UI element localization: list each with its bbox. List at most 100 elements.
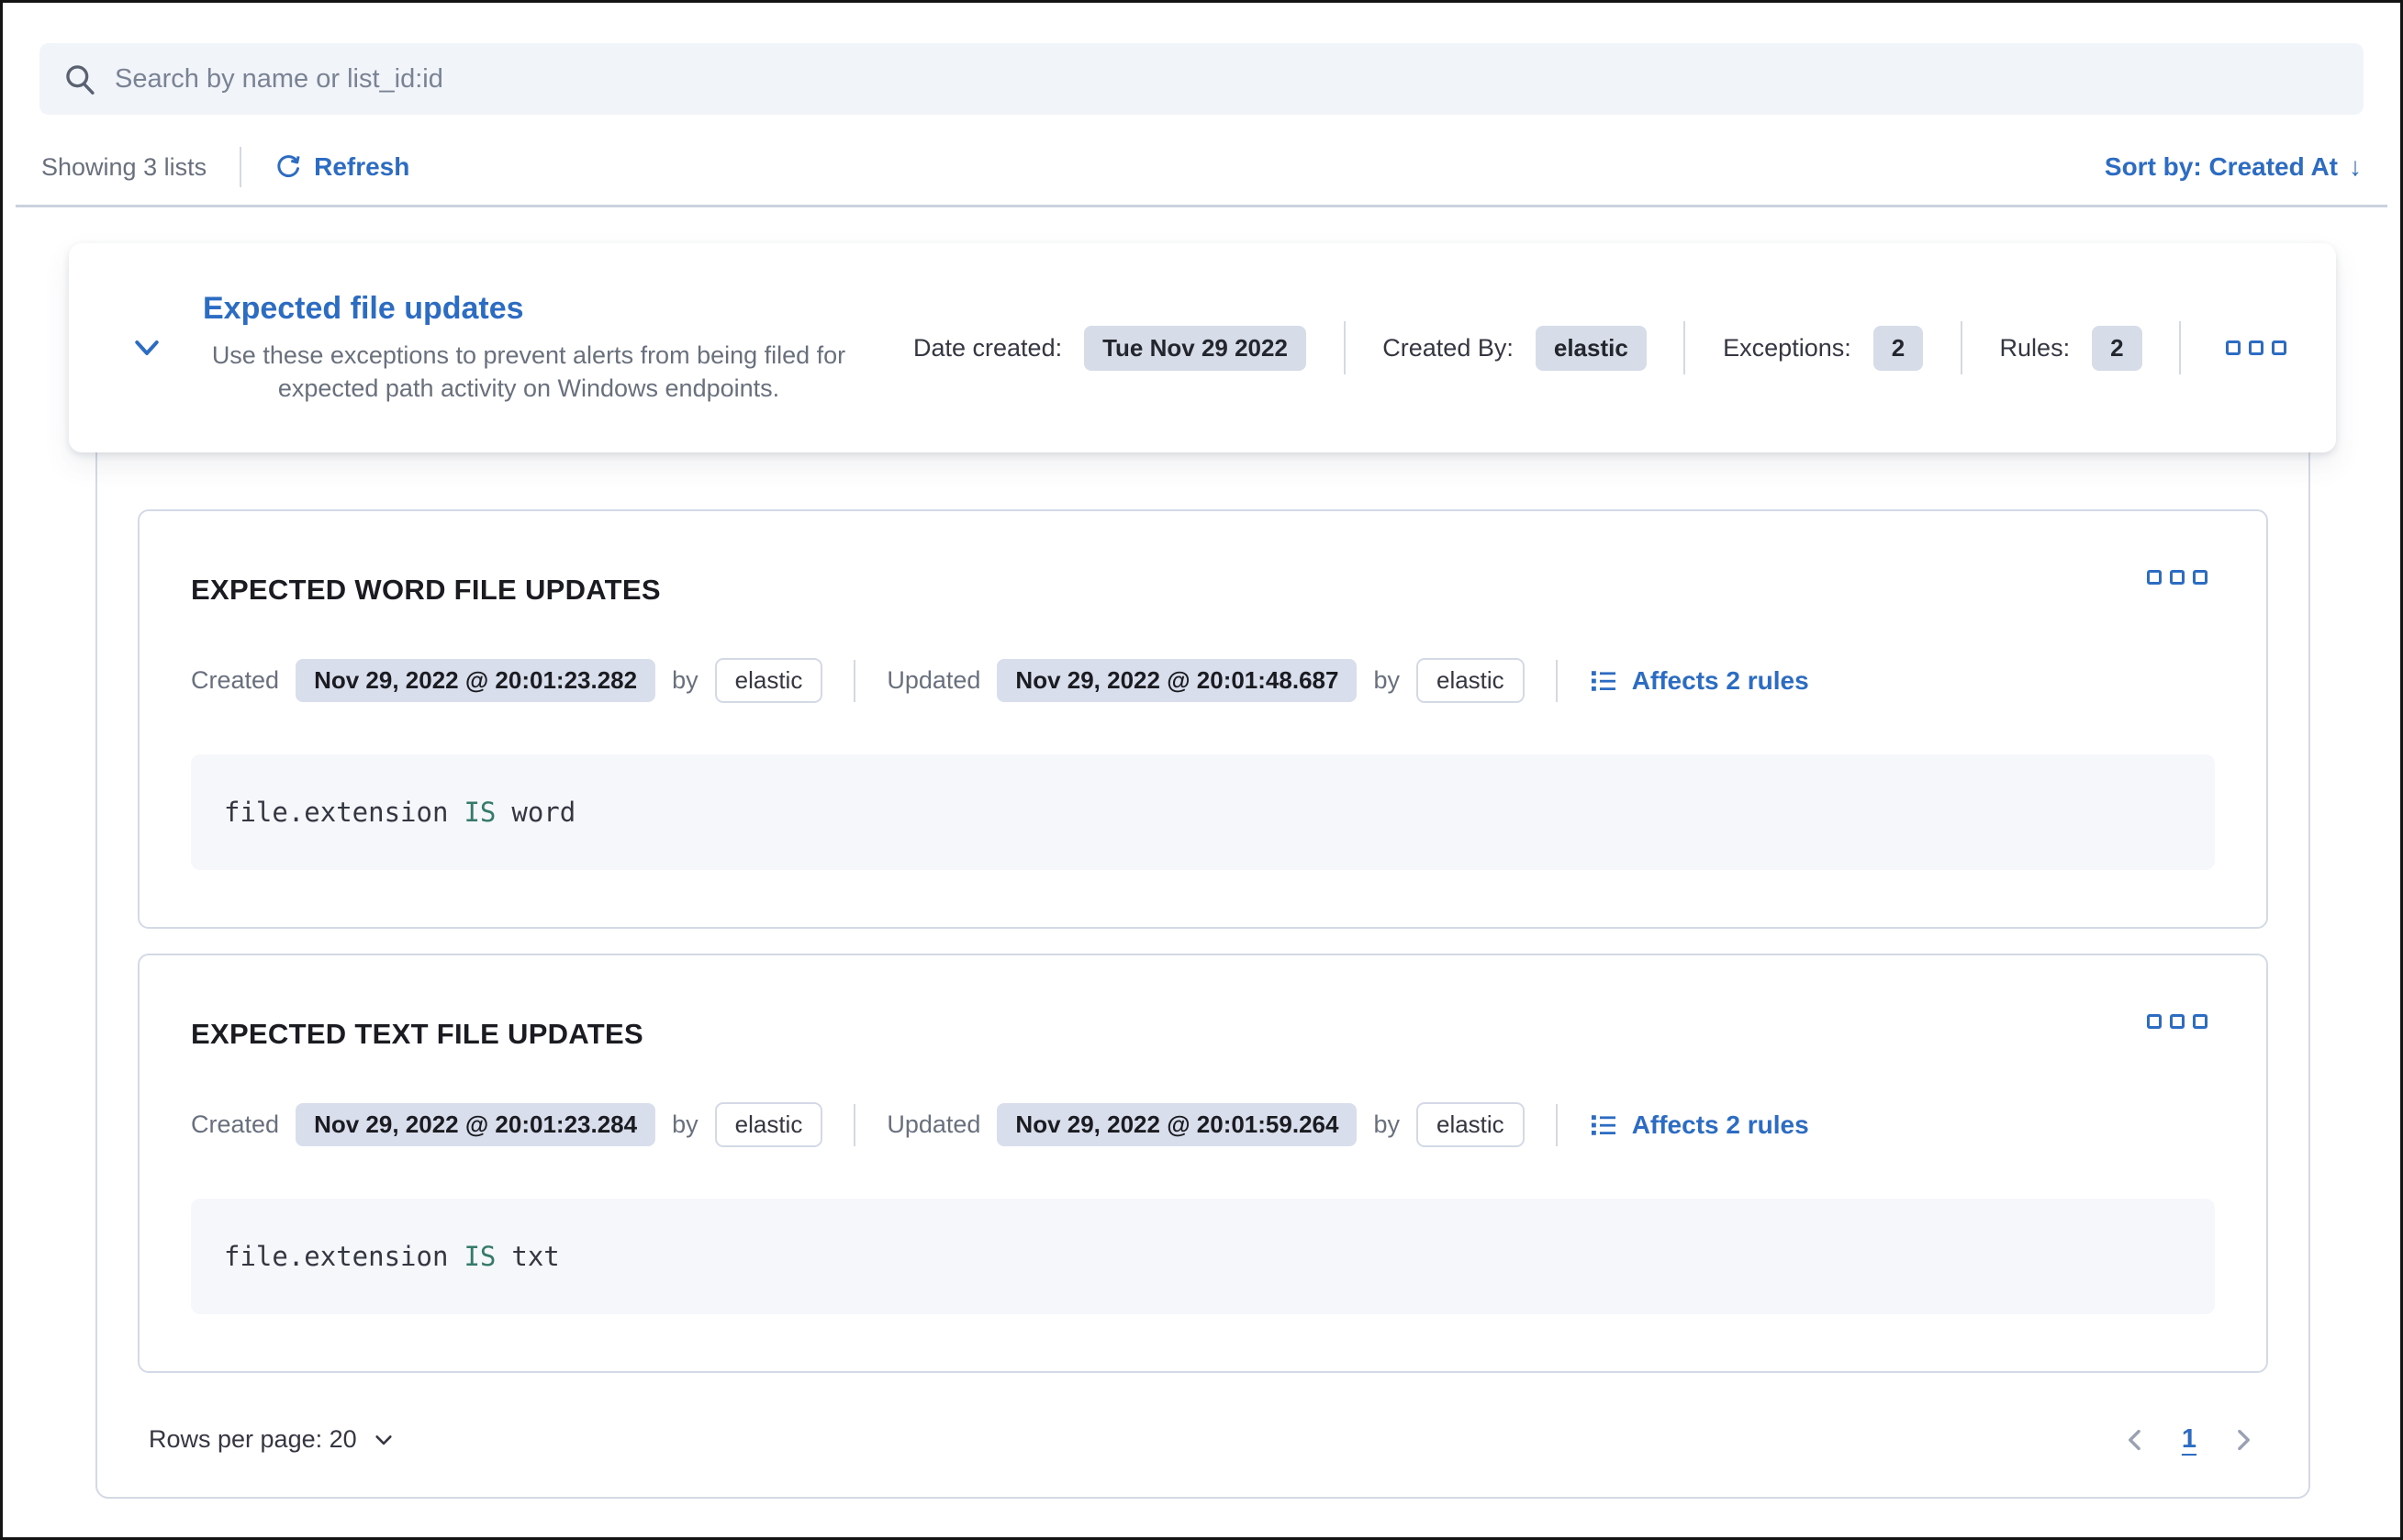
created-by-user-badge: elastic [715, 1102, 823, 1147]
refresh-label: Refresh [314, 152, 409, 182]
collapse-list-button[interactable] [129, 330, 164, 365]
item-header: EXPECTED TEXT FILE UPDATES [191, 1007, 2215, 1051]
affects-rules-label: Affects 2 rules [1632, 1110, 1809, 1140]
chevron-down-icon [372, 1428, 396, 1452]
created-label: Created [191, 666, 279, 695]
exception-item-card: EXPECTED WORD FILE UPDATES Created Nov 2… [138, 509, 2268, 929]
condition-value: txt [511, 1241, 559, 1272]
search-input[interactable] [115, 64, 2340, 95]
updated-by-user-badge: elastic [1416, 658, 1525, 703]
exception-item-card: EXPECTED TEXT FILE UPDATES Created Nov 2… [138, 954, 2268, 1373]
item-title: EXPECTED WORD FILE UPDATES [191, 574, 661, 607]
rows-per-page-button[interactable]: Rows per page: 20 [149, 1425, 396, 1454]
list-overflow-menu-button[interactable] [2219, 333, 2294, 363]
created-by-user-badge: elastic [715, 658, 823, 703]
item-overflow-menu-button[interactable] [2140, 1007, 2215, 1036]
rules-label: Rules: [2000, 334, 2071, 363]
meta-divider [1683, 321, 1685, 374]
updated-date-badge: Nov 29, 2022 @ 20:01:59.264 [997, 1103, 1357, 1146]
meta-divider [854, 660, 855, 702]
meta-divider [1556, 660, 1558, 702]
created-by-badge: elastic [1536, 326, 1647, 371]
meta-divider [854, 1104, 855, 1146]
rules-count-badge: 2 [2092, 326, 2141, 371]
condition-value: word [511, 797, 576, 828]
affects-rules-label: Affects 2 rules [1632, 666, 1809, 696]
rules-count-group: Rules: 2 [2000, 326, 2142, 371]
updated-by-user-badge: elastic [1416, 1102, 1525, 1147]
chevron-right-icon [2230, 1426, 2257, 1454]
list-meta-bar: Date created: Tue Nov 29 2022 Created By… [913, 321, 2294, 374]
item-header: EXPECTED WORD FILE UPDATES [191, 563, 2215, 607]
list-title-link[interactable]: Expected file updates [203, 291, 524, 327]
boxes-horizontal-icon [2147, 570, 2162, 585]
boxes-horizontal-icon [2226, 340, 2241, 355]
panel-footer: Rows per page: 20 1 [138, 1424, 2268, 1455]
condition-code-block: file.extension IS word [191, 754, 2215, 870]
item-overflow-menu-button[interactable] [2140, 563, 2215, 592]
meta-divider [1344, 321, 1346, 374]
condition-code-block: file.extensionIStxt [191, 1199, 2215, 1314]
pagination-page-1[interactable]: 1 [2182, 1424, 2196, 1455]
pagination-next-button[interactable] [2230, 1426, 2257, 1454]
meta-divider [1556, 1104, 1558, 1146]
created-date-badge: Nov 29, 2022 @ 20:01:23.284 [296, 1103, 655, 1146]
item-title: EXPECTED TEXT FILE UPDATES [191, 1018, 643, 1051]
list-icon [1589, 1110, 1618, 1140]
pagination: 1 [2121, 1424, 2257, 1455]
created-by-group: Created By: elastic [1382, 326, 1647, 371]
boxes-horizontal-icon [2170, 570, 2185, 585]
exceptions-count-group: Exceptions: 2 [1723, 326, 1923, 371]
pagination-prev-button[interactable] [2121, 1426, 2149, 1454]
refresh-button[interactable]: Refresh [274, 152, 409, 182]
item-meta-row: Created Nov 29, 2022 @ 20:01:23.284 by e… [191, 1102, 2215, 1147]
boxes-horizontal-icon [2170, 1014, 2185, 1029]
boxes-horizontal-icon [2147, 1014, 2162, 1029]
condition-operator: IS [464, 797, 496, 828]
date-created-group: Date created: Tue Nov 29 2022 [913, 326, 1306, 371]
date-created-badge: Tue Nov 29 2022 [1084, 326, 1306, 371]
arrow-down-icon: ↓ [2349, 152, 2362, 182]
showing-lists-count: Showing 3 lists [41, 153, 207, 182]
sort-by-button[interactable]: Sort by: Created At ↓ [2105, 152, 2362, 182]
rows-per-page-label: Rows per page: 20 [149, 1425, 357, 1454]
created-date-badge: Nov 29, 2022 @ 20:01:23.282 [296, 659, 655, 702]
by-label: by [1373, 1110, 1400, 1139]
affects-rules-link[interactable]: Affects 2 rules [1589, 1110, 1809, 1140]
by-label: by [672, 1110, 699, 1139]
chevron-down-icon [129, 330, 164, 365]
search-icon [63, 62, 96, 95]
updated-date-badge: Nov 29, 2022 @ 20:01:48.687 [997, 659, 1357, 702]
item-meta-row: Created Nov 29, 2022 @ 20:01:23.282 by e… [191, 658, 2215, 703]
by-label: by [672, 666, 699, 695]
horizontal-rule [16, 205, 2387, 207]
affects-rules-link[interactable]: Affects 2 rules [1589, 666, 1809, 696]
sort-by-label: Sort by: Created At [2105, 152, 2338, 182]
meta-divider [1961, 321, 1962, 374]
utility-divider [240, 147, 241, 187]
list-icon [1589, 666, 1618, 696]
updated-label: Updated [887, 666, 980, 695]
exception-items-panel: EXPECTED WORD FILE UPDATES Created Nov 2… [95, 342, 2310, 1499]
utility-bar: Showing 3 lists Refresh Sort by: Created… [41, 146, 2362, 188]
by-label: by [1373, 666, 1400, 695]
boxes-horizontal-icon [2193, 1014, 2207, 1029]
search-bar[interactable] [39, 43, 2364, 115]
meta-divider [2179, 321, 2181, 374]
updated-label: Updated [887, 1110, 980, 1139]
boxes-horizontal-icon [2249, 340, 2263, 355]
exceptions-count-badge: 2 [1873, 326, 1923, 371]
list-title-block: Expected file updates Use these exceptio… [203, 291, 882, 405]
created-by-label: Created By: [1382, 334, 1514, 363]
boxes-horizontal-icon [2272, 340, 2286, 355]
boxes-horizontal-icon [2193, 570, 2207, 585]
date-created-label: Date created: [913, 334, 1062, 363]
list-description: Use these exceptions to prevent alerts f… [203, 339, 855, 405]
created-label: Created [191, 1110, 279, 1139]
exceptions-label: Exceptions: [1723, 334, 1851, 363]
condition-operator: IS [464, 1241, 496, 1272]
condition-field: file.extension [224, 797, 448, 828]
shared-exception-lists-page: Showing 3 lists Refresh Sort by: Created… [0, 0, 2403, 1540]
exception-list-card: Expected file updates Use these exceptio… [69, 243, 2336, 452]
refresh-icon [274, 153, 302, 181]
